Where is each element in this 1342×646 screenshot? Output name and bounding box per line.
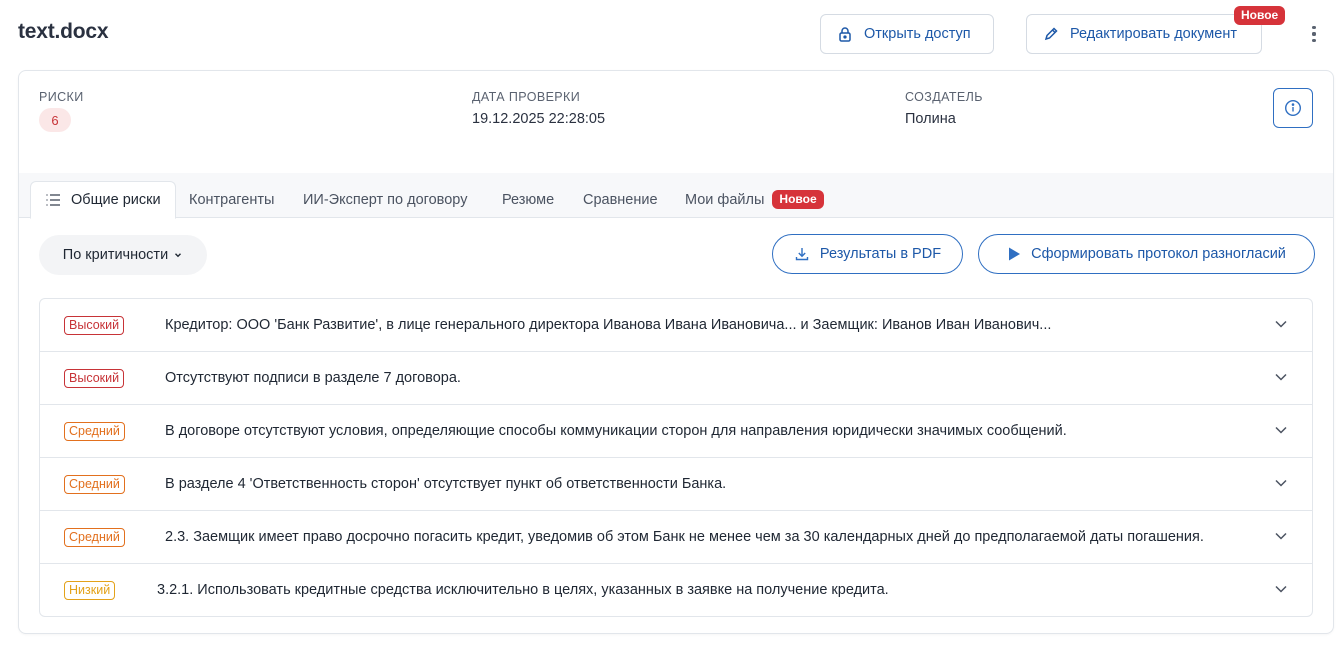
risk-item[interactable]: Средний В договоре отсутствуют условия, …: [40, 405, 1312, 458]
tab-ai-expert[interactable]: ИИ-Эксперт по договору: [303, 181, 467, 218]
chevron-down-icon[interactable]: [1274, 531, 1288, 541]
tab-my-files[interactable]: Мои файлы Новое: [685, 181, 824, 218]
play-icon: [1009, 247, 1021, 261]
results-pdf-button[interactable]: Результаты в PDF: [772, 234, 963, 274]
pencil-icon: [1044, 27, 1058, 41]
tab-label: Сравнение: [583, 191, 658, 208]
risk-item[interactable]: Высокий Отсутствуют подписи в разделе 7 …: [40, 352, 1312, 405]
sort-by-criticality-dropdown[interactable]: По критичности: [39, 235, 207, 275]
tab-general-risks[interactable]: Общие риски: [30, 181, 176, 219]
tab-comparison[interactable]: Сравнение: [583, 181, 658, 218]
check-date-value: 19.12.2025 22:28:05: [472, 111, 606, 127]
tab-label: Мои файлы: [685, 191, 765, 208]
my-files-new-badge: Новое: [772, 190, 824, 209]
risk-item[interactable]: Низкий 3.2.1. Использовать кредитные сре…: [40, 564, 1312, 616]
lock-icon: [839, 27, 851, 42]
severity-badge: Высокий: [64, 369, 125, 388]
chevron-down-icon: [175, 253, 182, 258]
tab-label: Общие риски: [71, 192, 161, 208]
tab-summary[interactable]: Резюме: [502, 181, 554, 218]
risk-text: В договоре отсутствуют условия, определя…: [165, 423, 1067, 439]
tab-label: Резюме: [502, 191, 555, 208]
tab-label: Контрагенты: [189, 191, 275, 208]
risk-text: 2.3. Заемщик имеет право досрочно погаси…: [165, 529, 1204, 545]
severity-badge: Высокий: [64, 316, 125, 335]
tab-label: ИИ-Эксперт по договору: [303, 191, 468, 208]
sort-label: По критичности: [62, 247, 169, 263]
risk-list: Высокий Кредитор: ООО 'Банк Развитие', в…: [39, 298, 1313, 617]
chevron-down-icon[interactable]: [1274, 319, 1288, 329]
severity-badge: Низкий: [64, 581, 116, 600]
info-icon: [1284, 99, 1302, 117]
risk-text: В разделе 4 'Ответственность сторон' отс…: [165, 476, 727, 492]
share-access-button[interactable]: Открыть доступ: [820, 14, 994, 54]
report-card: РИСКИ 6 ДАТА ПРОВЕРКИ 19.12.2025 22:28:0…: [18, 70, 1334, 634]
check-date-label: ДАТА ПРОВЕРКИ: [472, 90, 581, 104]
download-icon: [795, 248, 809, 261]
tab-bar: Общие риски Контрагенты ИИ-Эксперт по до…: [19, 173, 1333, 219]
chevron-down-icon[interactable]: [1274, 478, 1288, 488]
share-access-label: Открыть доступ: [864, 26, 971, 42]
creator-label: СОЗДАТЕЛЬ: [905, 90, 983, 104]
document-title: text.docx: [18, 20, 109, 43]
risk-text: Отсутствуют подписи в разделе 7 договора…: [165, 370, 461, 386]
risks-label: РИСКИ: [39, 90, 84, 104]
info-button[interactable]: [1273, 88, 1313, 128]
creator-value: Полина: [905, 111, 956, 127]
severity-badge: Средний: [64, 475, 125, 494]
more-menu-icon[interactable]: [1304, 22, 1324, 46]
chevron-down-icon[interactable]: [1274, 425, 1288, 435]
chevron-down-icon[interactable]: [1274, 372, 1288, 382]
risk-item[interactable]: Средний В разделе 4 'Ответственность сто…: [40, 458, 1312, 511]
severity-badge: Средний: [64, 422, 125, 441]
edit-document-label: Редактировать документ: [1070, 26, 1237, 42]
pdf-label: Результаты в PDF: [819, 246, 942, 262]
risk-text: 3.2.1. Использовать кредитные средства и…: [157, 582, 889, 598]
edit-new-badge: Новое: [1234, 6, 1286, 25]
severity-badge: Средний: [64, 528, 125, 547]
edit-document-button[interactable]: Редактировать документ: [1026, 14, 1262, 54]
risk-text: Кредитор: ООО 'Банк Развитие', в лице ге…: [165, 317, 1052, 333]
risks-count-badge: 6: [39, 108, 71, 132]
risk-item[interactable]: Высокий Кредитор: ООО 'Банк Развитие', в…: [40, 299, 1312, 352]
list-icon: [46, 194, 60, 206]
risk-item[interactable]: Средний 2.3. Заемщик имеет право досрочн…: [40, 511, 1312, 564]
chevron-down-icon[interactable]: [1274, 584, 1288, 594]
generate-protocol-button[interactable]: Сформировать протокол разногласий: [978, 234, 1315, 274]
tab-counterparties[interactable]: Контрагенты: [189, 181, 274, 218]
protocol-label: Сформировать протокол разногласий: [1031, 246, 1286, 262]
